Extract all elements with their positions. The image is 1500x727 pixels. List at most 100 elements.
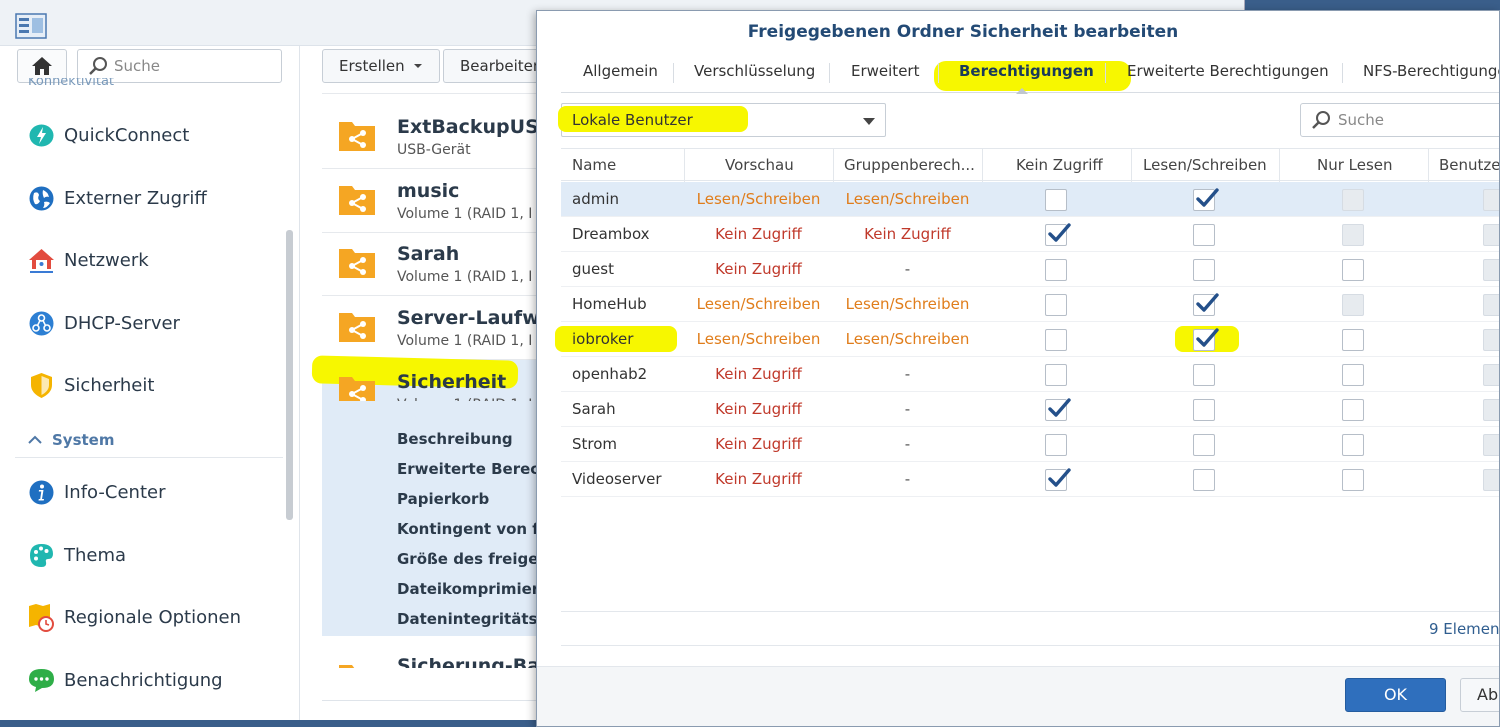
sidebar-item-sicherheit[interactable]: Sicherheit	[28, 372, 154, 399]
user-name: openhab2	[572, 365, 648, 383]
checkmark-icon	[1196, 188, 1219, 207]
read-write-checkbox[interactable]	[1193, 434, 1215, 456]
folder-name: Sicherung-Bac	[397, 655, 542, 668]
folder-row-server-laufwerk[interactable]: Server-Laufwe Volume 1 (RAID 1, I	[322, 296, 553, 360]
folder-name: ExtBackupUSB	[397, 116, 554, 138]
table-row[interactable]: Strom Kein Zugriff -	[561, 427, 1499, 462]
sidebar-item-info-center[interactable]: Info-Center	[28, 479, 165, 506]
home-icon	[32, 57, 52, 75]
column-header-name[interactable]: Name	[572, 149, 616, 182]
permission-cell: Lesen/Schreiben	[845, 330, 970, 348]
sidebar-item-dhcp-server[interactable]: DHCP-Server	[28, 310, 180, 337]
sidebar-item-quickconnect[interactable]: QuickConnect	[28, 122, 189, 149]
tab-erweitert[interactable]: Erweitert	[851, 53, 919, 92]
read-only-checkbox[interactable]	[1342, 469, 1364, 491]
permission-cell: -	[904, 470, 911, 488]
column-header-nur-lesen[interactable]: Nur Lesen	[1317, 149, 1393, 182]
folder-name: Server-Laufwe	[397, 307, 553, 329]
folder-location: USB-Gerät	[397, 142, 471, 158]
no-access-checkbox[interactable]	[1045, 468, 1071, 491]
sidebar-item-regionale-optionen[interactable]: Regionale Optionen	[28, 603, 241, 632]
read-write-checkbox[interactable]	[1193, 399, 1215, 421]
ok-button[interactable]: OK	[1345, 678, 1446, 712]
sidebar-search-placeholder: Suche	[114, 57, 161, 75]
read-write-checkbox[interactable]	[1193, 328, 1219, 351]
table-row[interactable]: guest Kein Zugriff -	[561, 252, 1499, 287]
tab-divider	[1342, 63, 1343, 83]
cancel-button[interactable]: Abb	[1460, 678, 1499, 712]
read-write-checkbox[interactable]	[1193, 188, 1219, 211]
table-row[interactable]: Sarah Kein Zugriff -	[561, 392, 1499, 427]
tab-erweiterte-berechtigungen[interactable]: Erweiterte Berechtigungen	[1127, 53, 1329, 92]
create-button[interactable]: Erstellen	[322, 49, 440, 83]
sidebar-section-label: System	[52, 431, 115, 449]
read-only-checkbox[interactable]	[1342, 434, 1364, 456]
folder-row-sicherung-backup[interactable]: Sicherung-Bac	[322, 646, 542, 668]
sidebar-item-label: Netzwerk	[64, 250, 149, 271]
checkmark-icon	[1196, 328, 1219, 347]
column-header-benutzerdefiniert[interactable]: Benutze	[1439, 149, 1499, 182]
sidebar-item-benachrichtigung[interactable]: Benachrichtigung	[28, 667, 223, 694]
column-header-gruppenberechtigung[interactable]: Gruppenberech...	[844, 149, 974, 182]
user-name: guest	[572, 260, 614, 278]
user-name: Sarah	[572, 400, 616, 418]
column-header-lesen-schreiben[interactable]: Lesen/Schreiben	[1143, 149, 1267, 182]
no-access-checkbox[interactable]	[1045, 329, 1067, 351]
tab-verschluesselung[interactable]: Verschlüsselung	[694, 53, 815, 92]
read-write-checkbox[interactable]	[1193, 293, 1219, 316]
sidebar: Suche Konnektivität QuickConnect Externe…	[0, 46, 300, 720]
table-row[interactable]: Dreambox Kein Zugriff Kein Zugriff	[561, 217, 1499, 252]
control-panel-app-icon	[15, 13, 47, 39]
no-access-checkbox[interactable]	[1045, 434, 1067, 456]
sidebar-scrollbar[interactable]	[286, 230, 293, 520]
sidebar-item-label: QuickConnect	[64, 125, 190, 146]
tab-allgemein[interactable]: Allgemein	[583, 53, 658, 92]
read-only-checkbox[interactable]	[1342, 364, 1364, 386]
no-access-checkbox[interactable]	[1045, 223, 1071, 246]
folder-row-music[interactable]: music Volume 1 (RAID 1, I	[322, 169, 542, 233]
read-only-checkbox	[1342, 294, 1364, 316]
no-access-checkbox[interactable]	[1045, 259, 1067, 281]
grid-footer: 9 Element	[561, 611, 1499, 646]
globe-icon	[28, 185, 55, 212]
column-header-vorschau[interactable]: Vorschau	[725, 149, 794, 182]
read-write-checkbox[interactable]	[1193, 259, 1215, 281]
read-only-checkbox[interactable]	[1342, 399, 1364, 421]
read-write-checkbox[interactable]	[1193, 364, 1215, 386]
folder-name: Sicherheit	[397, 371, 507, 393]
read-only-checkbox[interactable]	[1342, 329, 1364, 351]
tab-berechtigungen[interactable]: Berechtigungen	[959, 53, 1094, 92]
table-row[interactable]: iobroker Lesen/Schreiben Lesen/Schreiben	[555, 322, 1499, 357]
search-icon	[89, 57, 107, 75]
folder-row-sarah[interactable]: Sarah Volume 1 (RAID 1, I	[322, 232, 542, 296]
column-header-kein-zugriff[interactable]: Kein Zugriff	[1016, 149, 1103, 182]
read-write-checkbox[interactable]	[1193, 469, 1215, 491]
no-access-checkbox[interactable]	[1045, 189, 1067, 211]
sidebar-section-system[interactable]: System	[28, 431, 114, 449]
tab-nfs-berechtigungen[interactable]: NFS-Berechtigunge	[1363, 53, 1499, 92]
table-row[interactable]: Videoserver Kein Zugriff -	[561, 462, 1499, 497]
table-row[interactable]: HomeHub Lesen/Schreiben Lesen/Schreiben	[561, 287, 1499, 322]
no-access-checkbox[interactable]	[1045, 294, 1067, 316]
folder-row-extbackupusb[interactable]: ExtBackupUSB USB-Gerät	[322, 105, 553, 169]
column-divider	[982, 149, 983, 182]
no-access-checkbox[interactable]	[1045, 398, 1071, 421]
user-type-select[interactable]: Lokale Benutzer	[558, 103, 886, 137]
checkmark-icon	[1196, 293, 1219, 312]
shared-folder-icon	[339, 313, 375, 342]
custom-checkbox	[1483, 364, 1499, 386]
search-icon	[1312, 111, 1330, 129]
sidebar-item-netzwerk[interactable]: Netzwerk	[28, 247, 149, 274]
sidebar-item-externer-zugriff[interactable]: Externer Zugriff	[28, 185, 207, 212]
sidebar-item-thema[interactable]: Thema	[28, 542, 126, 569]
dropdown-arrow-icon	[863, 118, 875, 125]
permission-search-input[interactable]: Suche	[1300, 103, 1499, 137]
table-row[interactable]: admin Lesen/Schreiben Lesen/Schreiben	[561, 182, 1499, 217]
read-write-checkbox[interactable]	[1193, 224, 1215, 246]
table-row[interactable]: openhab2 Kein Zugriff -	[561, 357, 1499, 392]
caret-down-icon	[413, 64, 422, 68]
read-only-checkbox	[1342, 189, 1364, 211]
user-name: admin	[572, 190, 619, 208]
no-access-checkbox[interactable]	[1045, 364, 1067, 386]
read-only-checkbox[interactable]	[1342, 259, 1364, 281]
